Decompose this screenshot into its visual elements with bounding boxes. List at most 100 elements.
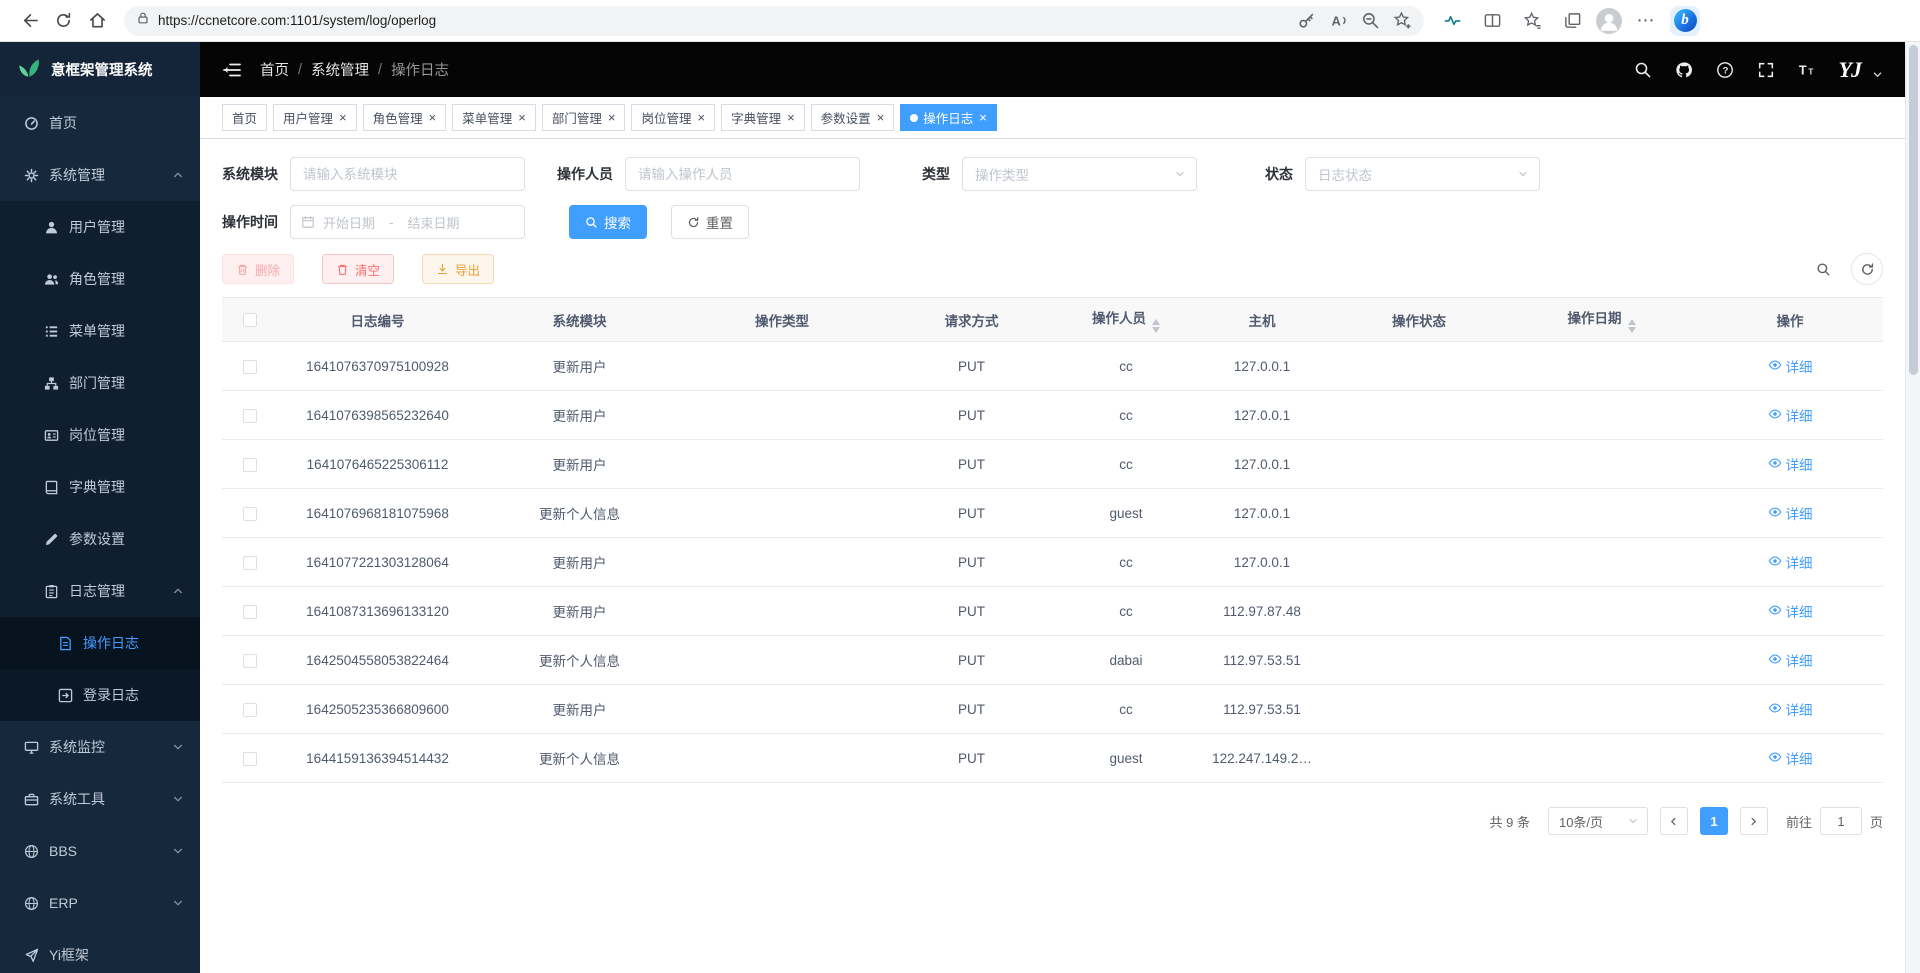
column-header[interactable]: 操作日期 — [1506, 298, 1697, 342]
row-checkbox[interactable] — [243, 507, 257, 521]
detail-link[interactable]: 详细 — [1768, 601, 1813, 621]
browser-back-button[interactable] — [12, 4, 46, 38]
detail-link[interactable]: 详细 — [1768, 650, 1813, 670]
sidebar-item-system-tools[interactable]: 系统工具 — [0, 773, 200, 825]
row-checkbox[interactable] — [243, 654, 257, 668]
sidebar-item-operation-log[interactable]: 操作日志 — [0, 617, 200, 669]
help-icon[interactable]: ? — [1716, 61, 1734, 79]
row-checkbox[interactable] — [243, 703, 257, 717]
sort-carets-icon[interactable] — [1152, 319, 1160, 333]
sidebar-item-yi-framework[interactable]: Yi框架 — [0, 929, 200, 973]
password-key-icon[interactable] — [1292, 7, 1320, 35]
page-size-select[interactable]: 10条/页 — [1548, 807, 1648, 835]
sidebar-item-dict-management[interactable]: 字典管理 — [0, 461, 200, 513]
tab-user-management[interactable]: 用户管理× — [273, 104, 357, 131]
type-select[interactable]: 操作类型 — [962, 157, 1197, 191]
browser-essentials-icon[interactable] — [1436, 4, 1468, 38]
goto-page-input[interactable] — [1820, 807, 1862, 835]
bing-icon[interactable]: b — [1670, 6, 1700, 36]
add-favorite-star-icon[interactable] — [1388, 7, 1416, 35]
row-checkbox[interactable] — [243, 752, 257, 766]
detail-link[interactable]: 详细 — [1768, 503, 1813, 523]
collections-icon[interactable] — [1556, 4, 1588, 38]
tab-dict-management[interactable]: 字典管理× — [721, 104, 805, 131]
sidebar-item-post-management[interactable]: 岗位管理 — [0, 409, 200, 461]
sidebar-item-system-management[interactable]: 系统管理 — [0, 149, 200, 201]
sidebar-item-user-management[interactable]: 用户管理 — [0, 201, 200, 253]
tab-role-management[interactable]: 角色管理× — [363, 104, 447, 131]
row-checkbox[interactable] — [243, 458, 257, 472]
tab-close-icon[interactable]: × — [429, 111, 437, 124]
next-page-button[interactable] — [1740, 807, 1768, 835]
sidebar-item-login-log[interactable]: 登录日志 — [0, 669, 200, 721]
prev-page-button[interactable] — [1660, 807, 1688, 835]
reset-button[interactable]: 重置 — [671, 205, 749, 239]
sidebar-item-dept-management[interactable]: 部门管理 — [0, 357, 200, 409]
date-range-picker[interactable]: 开始日期 - 结束日期 — [290, 205, 525, 239]
detail-link[interactable]: 详细 — [1768, 405, 1813, 425]
tab-close-icon[interactable]: × — [877, 111, 885, 124]
sidebar-item-log-management[interactable]: 日志管理 — [0, 565, 200, 617]
user-menu-caret-icon[interactable] — [1872, 69, 1883, 80]
sidebar-item-erp[interactable]: ERP — [0, 877, 200, 929]
read-aloud-icon[interactable]: A — [1324, 7, 1352, 35]
page-number-1[interactable]: 1 — [1700, 807, 1728, 835]
fullscreen-icon[interactable] — [1757, 61, 1775, 79]
github-icon[interactable] — [1675, 61, 1693, 79]
browser-profile-avatar[interactable] — [1596, 8, 1622, 34]
detail-link[interactable]: 详细 — [1768, 699, 1813, 719]
browser-url-bar[interactable]: https://ccnetcore.com:1101/system/log/op… — [124, 6, 1424, 36]
search-button[interactable]: 搜索 — [569, 205, 647, 239]
detail-link[interactable]: 详细 — [1768, 356, 1813, 376]
browser-refresh-button[interactable] — [46, 4, 80, 38]
tab-menu-management[interactable]: 菜单管理× — [452, 104, 536, 131]
operator-input[interactable] — [625, 157, 860, 191]
breadcrumb-item[interactable]: 首页 — [260, 59, 289, 80]
tab-close-icon[interactable]: × — [608, 111, 616, 124]
browser-scrollbar[interactable] — [1905, 42, 1920, 973]
row-checkbox[interactable] — [243, 409, 257, 423]
sidebar-item-bbs[interactable]: BBS — [0, 825, 200, 877]
sidebar-toggle-icon[interactable] — [222, 60, 242, 80]
breadcrumb-item[interactable]: 系统管理 — [311, 59, 369, 80]
scrollbar-thumb[interactable] — [1909, 45, 1918, 375]
row-checkbox[interactable] — [243, 605, 257, 619]
favorites-icon[interactable] — [1516, 4, 1548, 38]
browser-more-icon[interactable]: ⋯ — [1630, 4, 1662, 38]
export-button[interactable]: 导出 — [422, 254, 494, 284]
tab-close-icon[interactable]: × — [787, 111, 795, 124]
header-search-icon[interactable] — [1634, 61, 1652, 79]
sidebar-item-param-settings[interactable]: 参数设置 — [0, 513, 200, 565]
sort-carets-icon[interactable] — [1628, 319, 1636, 333]
tab-home[interactable]: 首页 — [222, 104, 267, 131]
table-refresh-icon[interactable] — [1851, 253, 1883, 285]
tab-post-management[interactable]: 岗位管理× — [631, 104, 715, 131]
sidebar-item-system-monitor[interactable]: 系统监控 — [0, 721, 200, 773]
split-screen-icon[interactable] — [1476, 4, 1508, 38]
detail-link[interactable]: 详细 — [1768, 454, 1813, 474]
status-select[interactable]: 日志状态 — [1305, 157, 1540, 191]
detail-link[interactable]: 详细 — [1768, 748, 1813, 768]
browser-home-button[interactable] — [80, 4, 114, 38]
tab-close-icon[interactable]: × — [339, 111, 347, 124]
module-input[interactable] — [290, 157, 525, 191]
tab-dept-management[interactable]: 部门管理× — [542, 104, 626, 131]
tab-close-icon[interactable]: × — [979, 111, 987, 124]
tab-operation-log[interactable]: 操作日志× — [900, 104, 997, 131]
table-search-icon[interactable] — [1807, 253, 1839, 285]
tab-param-settings[interactable]: 参数设置× — [811, 104, 895, 131]
row-checkbox[interactable] — [243, 360, 257, 374]
app-logo[interactable]: 意框架管理系统 — [0, 42, 200, 97]
font-size-icon[interactable]: TT — [1798, 61, 1816, 79]
sidebar-item-role-management[interactable]: 角色管理 — [0, 253, 200, 305]
sidebar-item-home[interactable]: 首页 — [0, 97, 200, 149]
detail-link[interactable]: 详细 — [1768, 552, 1813, 572]
url-text[interactable]: https://ccnetcore.com:1101/system/log/op… — [158, 13, 1292, 28]
clear-button[interactable]: 清空 — [322, 254, 394, 284]
sidebar-item-menu-management[interactable]: 菜单管理 — [0, 305, 200, 357]
zoom-out-icon[interactable] — [1356, 7, 1384, 35]
column-header[interactable]: 操作人员 — [1060, 298, 1192, 342]
tab-close-icon[interactable]: × — [518, 111, 526, 124]
row-checkbox[interactable] — [243, 556, 257, 570]
tab-close-icon[interactable]: × — [697, 111, 705, 124]
